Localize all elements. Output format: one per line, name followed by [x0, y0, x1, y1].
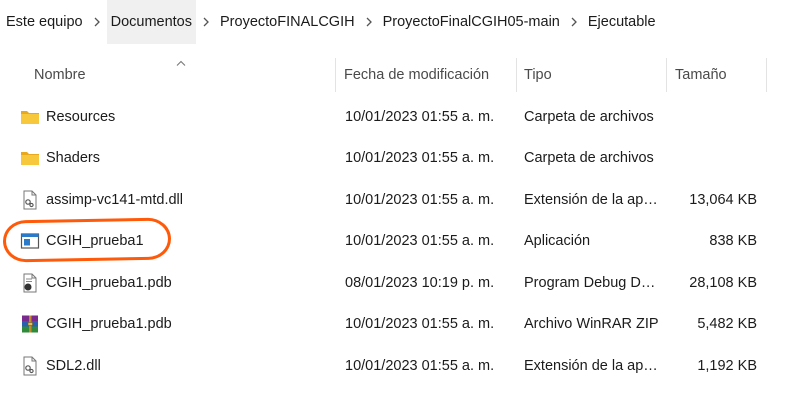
file-type: Extensión de la ap… — [524, 191, 658, 208]
file-row-cgih-prueba1-exe[interactable]: CGIH_prueba1 10/01/2023 01:55 a. m. Apli… — [0, 221, 788, 263]
chevron-right-icon[interactable] — [196, 0, 216, 44]
file-date: 10/01/2023 01:55 a. m. — [345, 316, 495, 333]
file-list: Resources 10/01/2023 01:55 a. m. Carpeta… — [0, 96, 788, 387]
file-row-resources[interactable]: Resources 10/01/2023 01:55 a. m. Carpeta… — [0, 96, 788, 138]
breadcrumb-item-proyectofinalcgih05-main[interactable]: ProyectoFinalCGIH05-main — [379, 0, 564, 44]
dll-icon — [20, 190, 40, 210]
file-name: CGIH_prueba1.pdb — [46, 274, 172, 291]
sort-ascending-icon — [176, 60, 186, 66]
file-type: Program Debug D… — [524, 274, 656, 291]
file-date: 10/01/2023 01:55 a. m. — [345, 191, 495, 208]
breadcrumb-item-documentos[interactable]: Documentos — [106, 0, 196, 44]
file-name: CGIH_prueba1.pdb — [46, 316, 172, 333]
file-type: Carpeta de archivos — [524, 108, 654, 125]
file-type: Archivo WinRAR ZIP — [524, 316, 659, 333]
winrar-icon — [20, 314, 40, 334]
breadcrumb-item-ejecutable[interactable]: Ejecutable — [584, 0, 660, 44]
breadcrumb: Este equipo Documentos ProyectoFINALCGIH… — [0, 0, 788, 44]
column-header-row: Nombre Fecha de modificación Tipo Tamaño — [0, 56, 788, 94]
chevron-right-icon[interactable] — [87, 0, 107, 44]
pdb-icon — [20, 273, 40, 293]
folder-icon — [20, 148, 40, 168]
application-icon — [20, 231, 40, 251]
dll-icon — [20, 356, 40, 376]
file-row-cgih-prueba1-pdb[interactable]: CGIH_prueba1.pdb 08/01/2023 10:19 p. m. … — [0, 262, 788, 304]
file-type: Extensión de la ap… — [524, 357, 658, 374]
file-name: Shaders — [46, 150, 101, 167]
file-row-shaders[interactable]: Shaders 10/01/2023 01:55 a. m. Carpeta d… — [0, 138, 788, 180]
file-name: Resources — [46, 108, 116, 125]
chevron-right-icon[interactable] — [564, 0, 584, 44]
file-size: 28,108 KB — [689, 274, 757, 291]
file-date: 10/01/2023 01:55 a. m. — [345, 233, 495, 250]
file-name: CGIH_prueba1 — [46, 233, 144, 250]
column-header-name[interactable]: Nombre — [34, 56, 86, 94]
file-date: 08/01/2023 10:19 p. m. — [345, 274, 495, 291]
file-size: 838 KB — [709, 233, 757, 250]
file-type: Carpeta de archivos — [524, 150, 654, 167]
chevron-right-icon[interactable] — [359, 0, 379, 44]
file-size: 13,064 KB — [689, 191, 757, 208]
file-row-sdl2-dll[interactable]: SDL2.dll 10/01/2023 01:55 a. m. Extensió… — [0, 345, 788, 387]
file-type: Aplicación — [524, 233, 591, 250]
breadcrumb-item-proyectofinalcgih[interactable]: ProyectoFINALCGIH — [216, 0, 359, 44]
column-header-type[interactable]: Tipo — [524, 56, 552, 94]
file-row-assimp-dll[interactable]: assimp-vc141-mtd.dll 10/01/2023 01:55 a.… — [0, 179, 788, 221]
column-divider[interactable] — [666, 58, 667, 92]
folder-icon — [20, 107, 40, 127]
file-size: 1,192 KB — [697, 357, 757, 374]
column-header-size[interactable]: Tamaño — [675, 56, 727, 94]
column-header-date[interactable]: Fecha de modificación — [344, 56, 489, 94]
file-name: assimp-vc141-mtd.dll — [46, 191, 183, 208]
file-date: 10/01/2023 01:55 a. m. — [345, 357, 495, 374]
file-row-cgih-prueba1-zip[interactable]: CGIH_prueba1.pdb 10/01/2023 01:55 a. m. … — [0, 304, 788, 346]
file-date: 10/01/2023 01:55 a. m. — [345, 108, 495, 125]
column-divider[interactable] — [335, 58, 336, 92]
file-size: 5,482 KB — [697, 316, 757, 333]
file-name: SDL2.dll — [46, 357, 101, 374]
column-divider[interactable] — [516, 58, 517, 92]
column-divider[interactable] — [766, 58, 767, 92]
file-date: 10/01/2023 01:55 a. m. — [345, 150, 495, 167]
breadcrumb-item-este-equipo[interactable]: Este equipo — [0, 0, 87, 44]
